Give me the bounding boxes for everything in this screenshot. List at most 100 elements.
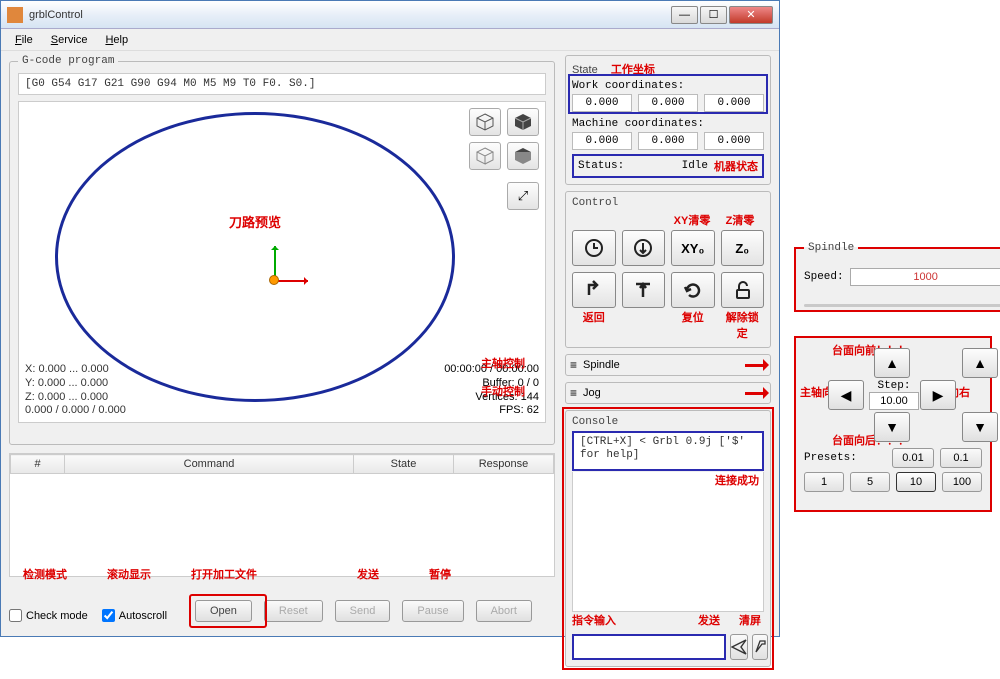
pause-button[interactable]: Pause <box>402 600 463 622</box>
fit-view-button[interactable]: ⤢ <box>507 182 539 210</box>
jog-y-plus-button[interactable]: ▲ <box>874 348 910 378</box>
preset-0-1[interactable]: 0.1 <box>940 448 982 468</box>
app-icon <box>7 7 23 23</box>
main-window: grblControl — ☐ ✕ File Service Help G-co… <box>0 0 780 637</box>
jog-y-minus-button[interactable]: ▼ <box>874 412 910 442</box>
machine-x: 0.000 <box>572 132 632 150</box>
preset-10[interactable]: 10 <box>896 472 936 492</box>
menu-help[interactable]: Help <box>97 32 136 48</box>
close-button[interactable]: ✕ <box>729 6 773 24</box>
unlock-button[interactable] <box>721 272 765 308</box>
work-coord-label: Work coordinates: <box>572 80 764 92</box>
machine-z: 0.000 <box>704 132 764 150</box>
command-table[interactable]: # Command State Response <box>9 453 555 577</box>
toolpath-shape <box>55 112 455 402</box>
send-button[interactable]: Send <box>335 600 391 622</box>
console-connected-label: 连接成功 <box>573 472 759 488</box>
status-value: Idle <box>624 160 714 172</box>
jog-x-minus-button[interactable]: ◀ <box>828 380 864 410</box>
work-z: 0.000 <box>704 94 764 112</box>
label-checkmode: 检测模式 <box>23 566 67 582</box>
console-area[interactable]: 连接成功 <box>572 472 764 612</box>
console-send-button[interactable] <box>730 634 748 660</box>
spindle-speed-slider[interactable] <box>804 298 1000 312</box>
machine-coord-label: Machine coordinates: <box>572 118 764 130</box>
hamburger-icon: ≡ <box>570 358 577 372</box>
console-output: [CTRL+X] < Grbl 0.9j ['$' for help] <box>572 431 764 471</box>
work-x: 0.000 <box>572 94 632 112</box>
maximize-button[interactable]: ☐ <box>700 6 727 24</box>
jog-section[interactable]: ≡Jog <box>565 382 771 404</box>
col-response[interactable]: Response <box>454 455 554 474</box>
label-autoscroll: 滚动显示 <box>107 566 151 582</box>
reset-button[interactable]: Reset <box>264 600 323 622</box>
open-button[interactable]: Open <box>195 600 252 622</box>
status-red: 机器状态 <box>714 158 758 174</box>
zero-xy-button[interactable]: XY₀ <box>671 230 715 266</box>
preview-label: 刀路预览 <box>229 212 281 231</box>
window-title: grblControl <box>29 9 669 21</box>
preset-1[interactable]: 1 <box>804 472 844 492</box>
state-head-red: 工作坐标 <box>611 64 655 76</box>
col-state[interactable]: State <box>354 455 454 474</box>
arrow-icon <box>745 387 775 399</box>
preset-0-01[interactable]: 0.01 <box>892 448 934 468</box>
zero-z-button[interactable]: Z₀ <box>721 230 765 266</box>
view-top-solid-button[interactable] <box>507 142 539 170</box>
jog-step-input[interactable] <box>869 392 919 410</box>
autoscroll-checkbox[interactable] <box>102 609 115 622</box>
soft-reset-button[interactable] <box>671 272 715 308</box>
jog-x-plus-button[interactable]: ▶ <box>920 380 956 410</box>
titlebar: grblControl — ☐ ✕ <box>1 1 779 29</box>
speed-label: Speed: <box>804 271 844 283</box>
abort-button[interactable]: Abort <box>476 600 532 622</box>
console-clear-button[interactable] <box>752 634 768 660</box>
gcode-legend: G-code program <box>18 55 118 67</box>
state-panel: State 工作坐标 Work coordinates: 0.000 0.000… <box>565 55 771 185</box>
col-num[interactable]: # <box>11 455 65 474</box>
console-input[interactable] <box>572 634 726 660</box>
safe-z-button[interactable] <box>622 272 666 308</box>
arrow-icon <box>745 359 775 371</box>
spindle-callout: Spindle Speed: <box>794 242 1000 312</box>
preview-stats-left: X: 0.000 ... 0.000 Y: 0.000 ... 0.000 Z:… <box>25 363 126 418</box>
jog-z-minus-button[interactable]: ▼ <box>962 412 998 442</box>
label-openfile: 打开加工文件 <box>191 566 257 582</box>
view-iso-wire-button[interactable] <box>469 108 501 136</box>
work-y: 0.000 <box>638 94 698 112</box>
probe-z-button[interactable] <box>622 230 666 266</box>
jog-z-plus-button[interactable]: ▲ <box>962 348 998 378</box>
label-send: 发送 <box>357 566 379 582</box>
col-command[interactable]: Command <box>65 455 354 474</box>
toolpath-preview[interactable]: 刀路预览 ⤢ X: 0.000 ... 0.000 Y: 0.000 ... 0… <box>18 101 546 423</box>
label-pause: 暂停 <box>429 566 451 582</box>
console-panel: Console [CTRL+X] < Grbl 0.9j ['$' for he… <box>565 410 771 667</box>
menubar: File Service Help <box>1 29 779 51</box>
check-mode-checkbox[interactable] <box>9 609 22 622</box>
view-iso-solid-button[interactable] <box>507 108 539 136</box>
jog-red-label: 手动控制 <box>481 383 525 399</box>
gcode-status-line: [G0 G54 G17 G21 G90 G94 M0 M5 M9 T0 F0. … <box>18 73 546 95</box>
minimize-button[interactable]: — <box>671 6 698 24</box>
control-panel: Control XY清零Z清零 XY₀ Z₀ 返回复位解除锁定 <box>565 191 771 348</box>
jog-callout: 台面向前！！！ 主轴向左 主轴向右 台面向后！！！ ▲ ◀ ▶ ▼ ▲ ▼ St… <box>794 336 992 512</box>
menu-service[interactable]: Service <box>43 32 96 48</box>
gcode-panel: G-code program [G0 G54 G17 G21 G90 G94 M… <box>9 55 555 445</box>
return-origin-button[interactable] <box>572 272 616 308</box>
machine-y: 0.000 <box>638 132 698 150</box>
spindle-section[interactable]: ≡Spindle <box>565 354 771 376</box>
autoscroll-label: Autoscroll <box>119 610 167 622</box>
view-top-wire-button[interactable] <box>469 142 501 170</box>
spindle-red-label: 主轴控制 <box>481 355 525 371</box>
preset-5[interactable]: 5 <box>850 472 890 492</box>
hamburger-icon: ≡ <box>570 386 577 400</box>
step-label: Step: <box>866 380 922 392</box>
presets-label: Presets: <box>804 452 886 464</box>
menu-file[interactable]: File <box>7 32 41 48</box>
home-xy-button[interactable] <box>572 230 616 266</box>
preset-100[interactable]: 100 <box>942 472 982 492</box>
bottom-bar: 检测模式 滚动显示 打开加工文件 发送 暂停 Check mode Autosc… <box>9 584 555 628</box>
check-mode-label: Check mode <box>26 610 88 622</box>
spindle-speed-input[interactable] <box>850 268 1000 286</box>
status-key: Status: <box>578 160 624 172</box>
